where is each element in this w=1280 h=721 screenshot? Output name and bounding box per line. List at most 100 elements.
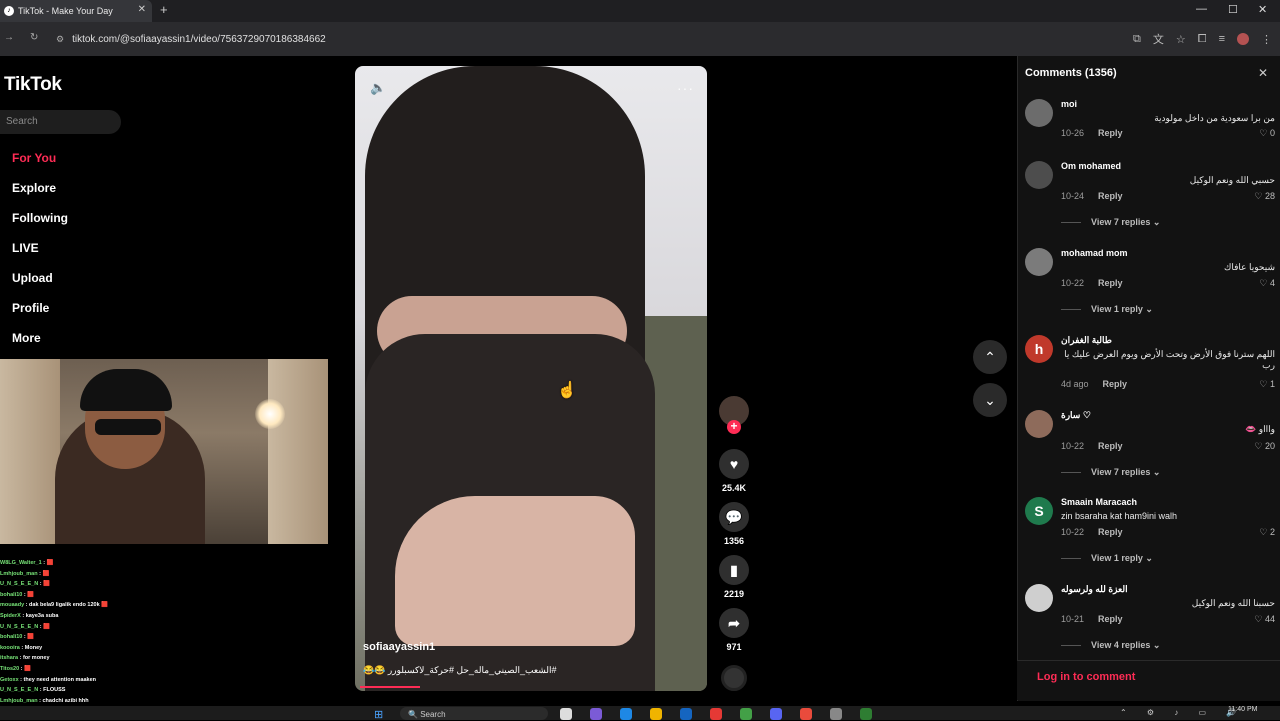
folder-icon[interactable] xyxy=(650,708,662,720)
like-action[interactable]: ♥ 25.4K xyxy=(716,449,752,493)
new-tab-button[interactable]: + xyxy=(160,2,168,17)
view-replies-button[interactable]: View 4 replies ⌄ xyxy=(1061,640,1160,651)
reply-button[interactable]: Reply xyxy=(1098,128,1123,138)
comment-like-button[interactable]: ♡ 1 xyxy=(1259,379,1275,390)
profile-avatar[interactable] xyxy=(1237,33,1249,45)
windows-start-icon[interactable]: ⊞ xyxy=(374,708,388,721)
comment-like-button[interactable]: ♡ 0 xyxy=(1259,128,1275,139)
app-icon[interactable] xyxy=(860,708,872,720)
chat-line: bohali10 : 🟥 xyxy=(0,632,330,643)
media-icon[interactable]: ≡ xyxy=(1219,33,1225,45)
nav-more[interactable]: More xyxy=(12,331,41,345)
next-video-button[interactable]: ⌄ xyxy=(973,383,1007,417)
search-input[interactable]: Search xyxy=(0,110,121,134)
save-action[interactable]: ▮ 2219 xyxy=(716,555,752,599)
comment-like-count: 1 xyxy=(1269,379,1275,389)
nav-explore[interactable]: Explore xyxy=(12,181,56,195)
chat-message: 🟥 xyxy=(27,634,35,641)
minimize-button[interactable]: — xyxy=(1196,3,1207,15)
avatar[interactable] xyxy=(1025,161,1053,189)
comment-author[interactable]: Smaain Maracach xyxy=(1061,497,1137,507)
outlook-icon[interactable] xyxy=(680,708,692,720)
reply-button[interactable]: Reply xyxy=(1098,441,1123,451)
video-author[interactable]: sofiaayassin1 xyxy=(363,641,435,653)
more-options-icon[interactable]: ··· xyxy=(677,80,694,96)
taskbar-search[interactable]: 🔍 Search xyxy=(400,707,548,720)
chat-message: Money xyxy=(24,644,43,651)
chat-line: Lmhjoub_man : chadchi azibi hhh xyxy=(0,696,330,707)
app-icon[interactable] xyxy=(740,708,752,720)
nav-for-you[interactable]: For You xyxy=(12,151,56,165)
reply-button[interactable]: Reply xyxy=(1098,614,1123,624)
nav-profile[interactable]: Profile xyxy=(12,301,49,315)
comment-author[interactable]: mohamad mom xyxy=(1061,248,1128,258)
url-field[interactable]: ⚙ tiktok.com/@sofiaayassin1/video/756372… xyxy=(50,28,1080,50)
nav-live[interactable]: LIVE xyxy=(12,241,39,255)
view-replies-button[interactable]: View 1 reply ⌄ xyxy=(1061,304,1153,315)
comment-author[interactable]: طالبة الغفران xyxy=(1061,335,1112,346)
view-replies-label: View 1 reply xyxy=(1091,553,1143,563)
reply-button[interactable]: Reply xyxy=(1098,278,1123,288)
reply-button[interactable]: Reply xyxy=(1103,379,1128,389)
teams-icon[interactable] xyxy=(590,708,602,720)
reply-button[interactable]: Reply xyxy=(1098,191,1123,201)
chrome-icon[interactable] xyxy=(800,708,812,720)
comment-author[interactable]: العزة لله ولرسوله xyxy=(1061,584,1128,595)
avatar[interactable] xyxy=(1025,99,1053,127)
music-disc-icon[interactable] xyxy=(721,665,747,691)
close-icon[interactable]: ✕ xyxy=(1258,66,1268,80)
app-icon[interactable] xyxy=(830,708,842,720)
video-player[interactable] xyxy=(355,66,707,691)
maximize-button[interactable]: ☐ xyxy=(1228,3,1238,16)
file-icon[interactable] xyxy=(560,708,572,720)
menu-icon[interactable]: ⋮ xyxy=(1261,33,1272,46)
comment-author[interactable]: سارة ♡ xyxy=(1061,410,1091,421)
chat-user: SpiderX xyxy=(0,612,21,619)
extensions-icon[interactable]: ⧠ xyxy=(1198,33,1207,46)
nav-following[interactable]: Following xyxy=(12,211,68,225)
reply-button[interactable]: Reply xyxy=(1098,527,1123,537)
previous-video-button[interactable]: ⌃ xyxy=(973,340,1007,374)
avatar[interactable] xyxy=(1025,248,1053,276)
avatar[interactable] xyxy=(1025,410,1053,438)
view-replies-button[interactable]: View 7 replies ⌄ xyxy=(1061,467,1160,478)
comment-author[interactable]: moi xyxy=(1061,99,1077,109)
browser-toolbar-right: ⧉ 文 ☆ ⧠ ≡ ⋮ xyxy=(1133,31,1272,47)
bookmark-star-icon[interactable]: ☆ xyxy=(1176,33,1186,46)
close-tab-icon[interactable]: ✕ xyxy=(138,4,146,15)
install-icon[interactable]: ⧉ xyxy=(1133,33,1141,46)
site-info-icon[interactable]: ⚙ xyxy=(56,34,64,45)
comment-like-button[interactable]: ♡ 2 xyxy=(1259,527,1275,538)
comment-like-count: 44 xyxy=(1264,614,1275,624)
tiktok-logo[interactable]: TikTok xyxy=(4,74,62,96)
discord-icon[interactable] xyxy=(770,708,782,720)
comment-author[interactable]: Om mohamed xyxy=(1061,161,1121,171)
youtube-icon[interactable] xyxy=(710,708,722,720)
video-progress-bar[interactable] xyxy=(360,686,420,688)
translate-icon[interactable]: 文 xyxy=(1153,31,1164,47)
taskbar-clock[interactable]: 11:40 PM xyxy=(1228,706,1257,713)
volume-icon[interactable]: 🔈 xyxy=(370,80,386,96)
avatar[interactable]: h xyxy=(1025,335,1053,363)
avatar[interactable]: S xyxy=(1025,497,1053,525)
nav-upload[interactable]: Upload xyxy=(12,271,53,285)
comment-action[interactable]: 💬 1356 xyxy=(716,502,752,546)
forward-icon[interactable]: → xyxy=(4,32,14,43)
comment-like-button[interactable]: ♡ 4 xyxy=(1259,278,1275,289)
follow-button[interactable]: + xyxy=(727,420,741,434)
view-replies-button[interactable]: View 1 reply ⌄ xyxy=(1061,553,1153,564)
chat-message: 🟥 xyxy=(24,665,31,672)
chat-line: mouaady : dak bela9 ligalik endo 120k 🟥 xyxy=(0,600,330,611)
comment-like-button[interactable]: ♡ 20 xyxy=(1254,441,1275,452)
comment-like-button[interactable]: ♡ 44 xyxy=(1254,614,1275,625)
share-action[interactable]: ➦ 971 xyxy=(716,608,752,652)
comment-like-button[interactable]: ♡ 28 xyxy=(1254,191,1275,202)
browser-tab[interactable]: ♪ TikTok - Make Your Day ✕ xyxy=(0,0,152,22)
reload-icon[interactable]: ↻ xyxy=(30,32,38,43)
login-to-comment-link[interactable]: Log in to comment xyxy=(1037,671,1135,683)
avatar[interactable] xyxy=(1025,584,1053,612)
view-replies-button[interactable]: View 7 replies ⌄ xyxy=(1061,217,1160,228)
edge-icon[interactable] xyxy=(620,708,632,720)
system-tray[interactable]: ⌃ ⚙ ♪ ▭ 🔊 xyxy=(1120,708,1245,717)
close-window-button[interactable]: ✕ xyxy=(1258,3,1267,16)
